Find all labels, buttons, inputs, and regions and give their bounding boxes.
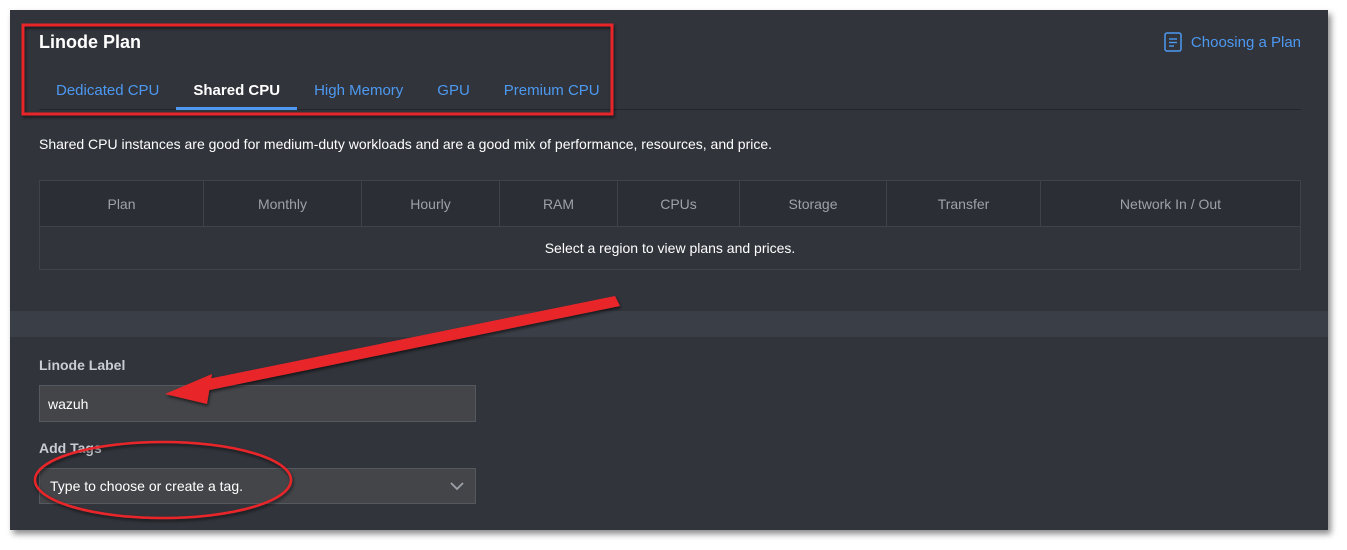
- add-tags-placeholder: Type to choose or create a tag.: [50, 478, 244, 494]
- column-header-plan[interactable]: Plan: [40, 181, 204, 226]
- tab-high-memory[interactable]: High Memory: [297, 71, 420, 109]
- plan-tabs: Dedicated CPU Shared CPU High Memory GPU…: [39, 71, 1301, 110]
- add-tags-heading: Add Tags: [39, 440, 102, 456]
- linode-label-heading: Linode Label: [39, 357, 126, 373]
- tab-premium-cpu[interactable]: Premium CPU: [487, 71, 617, 109]
- tab-dedicated-cpu[interactable]: Dedicated CPU: [39, 71, 176, 109]
- tab-gpu[interactable]: GPU: [420, 71, 487, 109]
- column-header-transfer[interactable]: Transfer: [887, 181, 1041, 226]
- choosing-plan-link[interactable]: Choosing a Plan: [1164, 32, 1301, 52]
- add-tags-select[interactable]: Type to choose or create a tag.: [39, 468, 476, 504]
- app-window: Linode Plan Choosing a Plan Dedicated CP…: [10, 10, 1328, 530]
- chevron-down-icon[interactable]: [449, 481, 465, 491]
- plan-panel: Linode Plan Choosing a Plan Dedicated CP…: [10, 10, 1328, 311]
- tab-shared-cpu[interactable]: Shared CPU: [176, 71, 297, 110]
- column-header-cpus[interactable]: CPUs: [618, 181, 740, 226]
- column-header-storage[interactable]: Storage: [740, 181, 887, 226]
- column-header-ram[interactable]: RAM: [500, 181, 618, 226]
- column-header-hourly[interactable]: Hourly: [362, 181, 500, 226]
- plans-table: Plan Monthly Hourly RAM CPUs Storage Tra…: [39, 180, 1301, 270]
- column-header-network[interactable]: Network In / Out: [1041, 181, 1300, 226]
- plans-table-header: Plan Monthly Hourly RAM CPUs Storage Tra…: [40, 181, 1300, 227]
- plan-description: Shared CPU instances are good for medium…: [39, 136, 773, 152]
- section-divider: [10, 311, 1328, 337]
- document-icon: [1164, 32, 1182, 52]
- page-title: Linode Plan: [39, 32, 142, 52]
- choosing-plan-link-label: Choosing a Plan: [1190, 33, 1301, 51]
- column-header-monthly[interactable]: Monthly: [204, 181, 362, 226]
- plans-empty-message: Select a region to view plans and prices…: [544, 240, 796, 256]
- linode-label-input[interactable]: [39, 385, 476, 422]
